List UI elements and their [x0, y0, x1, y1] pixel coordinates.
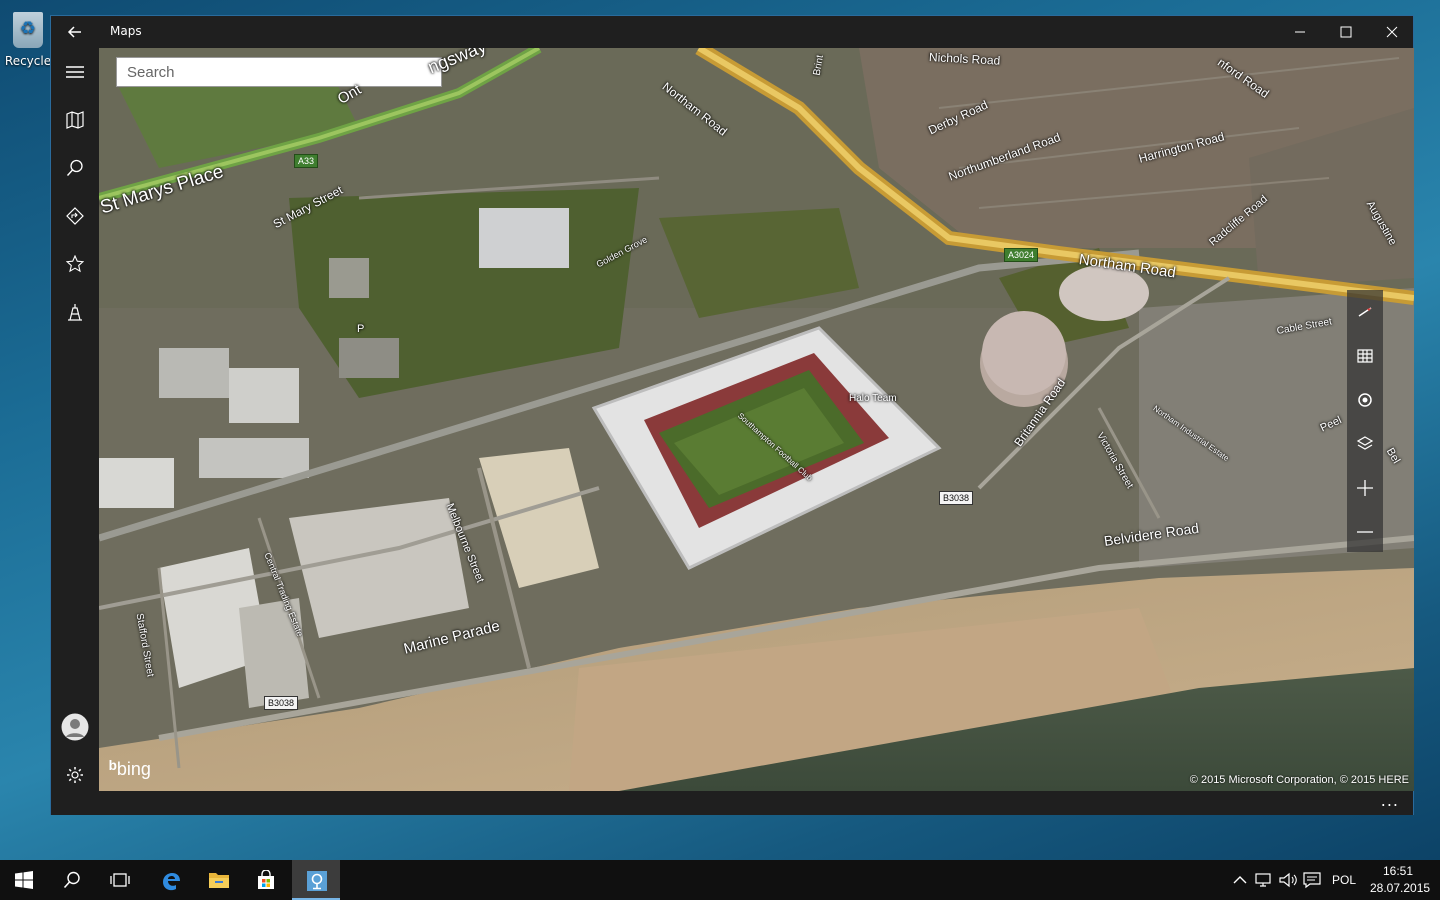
recycle-bin-label: Recycle: [4, 54, 52, 68]
close-icon: [1386, 26, 1398, 38]
sidebar-item-directions[interactable]: [51, 192, 99, 240]
back-button[interactable]: [63, 20, 87, 44]
network-icon[interactable]: [1254, 870, 1274, 890]
map-label: P: [357, 323, 365, 335]
minimize-icon: [1295, 31, 1305, 33]
input-language[interactable]: POL: [1332, 873, 1356, 887]
layers-icon: [1356, 436, 1374, 450]
map-canvas[interactable]: ngsway Ont St Marys Place St Mary Street…: [99, 48, 1414, 791]
volume-icon[interactable]: [1278, 870, 1298, 890]
zoom-in-icon: [1357, 480, 1373, 496]
bing-b-icon: ᵇ: [109, 758, 117, 780]
gear-icon: [67, 767, 83, 783]
show-hidden-icons-icon[interactable]: [1230, 870, 1250, 890]
back-arrow-icon: [67, 26, 81, 38]
minimize-button[interactable]: [1277, 16, 1323, 48]
account-button[interactable]: [51, 703, 99, 751]
map-copyright: © 2015 Microsoft Corporation, © 2015 HER…: [1189, 774, 1409, 786]
bing-text: bing: [116, 759, 151, 779]
hamburger-icon: [66, 66, 84, 78]
taskbar-maps[interactable]: [292, 860, 340, 900]
recycle-bin-shortcut[interactable]: Recycle: [4, 8, 52, 68]
task-view-icon: [110, 873, 130, 887]
zoom-in-button[interactable]: [1347, 466, 1383, 510]
action-center-icon[interactable]: [1302, 870, 1322, 890]
taskbar-search-button[interactable]: [48, 860, 96, 900]
map-controls: [1347, 290, 1383, 552]
search-icon: [66, 159, 83, 176]
zoom-out-icon: [1357, 531, 1373, 533]
task-view-button[interactable]: [96, 860, 144, 900]
sidebar-item-favorites[interactable]: [51, 240, 99, 288]
road-shield-b3038: B3038: [264, 696, 299, 710]
map-layers-button[interactable]: [1347, 422, 1383, 466]
more-options-button[interactable]: ...: [1381, 791, 1399, 810]
recycle-bin-icon: [13, 12, 43, 48]
sidebar-item-search[interactable]: [51, 144, 99, 192]
directions-icon: [66, 207, 84, 225]
landmark-icon: [68, 304, 82, 321]
edge-icon: [163, 873, 180, 891]
search-icon: [63, 871, 80, 889]
search-input[interactable]: [116, 57, 442, 87]
store-icon: [258, 870, 274, 889]
clock-date[interactable]: 28.07.2015: [1370, 881, 1430, 895]
sidebar-item-map[interactable]: [51, 96, 99, 144]
start-button[interactable]: [0, 860, 48, 900]
hamburger-button[interactable]: [51, 48, 99, 96]
streetside-button[interactable]: [1347, 334, 1383, 378]
bing-logo: ᵇbing: [109, 758, 151, 781]
streetside-icon: [1357, 349, 1373, 363]
taskbar: POL 16:51 28.07.2015: [0, 860, 1440, 900]
window-title: Maps: [110, 24, 142, 38]
maps-icon: [307, 871, 327, 891]
map-label: Halo Team: [849, 393, 897, 404]
road-shield-a3024: A3024: [1004, 248, 1039, 262]
avatar-icon: [61, 713, 89, 741]
start-icon: [15, 871, 33, 889]
star-icon: [66, 255, 84, 273]
maximize-icon: [1340, 26, 1352, 38]
sidebar-item-3d-cities[interactable]: [51, 288, 99, 336]
road-shield-b3038: B3038: [939, 491, 974, 505]
taskbar-edge[interactable]: [146, 860, 194, 900]
file-explorer-icon: [209, 873, 229, 888]
compass-icon: [1358, 307, 1372, 317]
road-shield-a33: A33: [294, 154, 319, 168]
maps-window: Maps Search ngsway Ont St Marys Place St…: [50, 15, 1414, 815]
taskbar-file-explorer[interactable]: [194, 860, 242, 900]
location-icon: [1358, 393, 1372, 407]
clock-time[interactable]: 16:51: [1383, 864, 1413, 878]
map-icon: [66, 111, 84, 129]
close-button[interactable]: [1369, 16, 1415, 48]
title-bar: Maps: [51, 16, 1413, 48]
zoom-out-button[interactable]: [1347, 510, 1383, 554]
sidebar: [51, 48, 99, 791]
my-location-button[interactable]: [1347, 378, 1383, 422]
taskbar-store[interactable]: [242, 860, 290, 900]
maximize-button[interactable]: [1323, 16, 1369, 48]
app-bar: ...: [51, 791, 1413, 815]
compass-button[interactable]: [1347, 290, 1383, 334]
